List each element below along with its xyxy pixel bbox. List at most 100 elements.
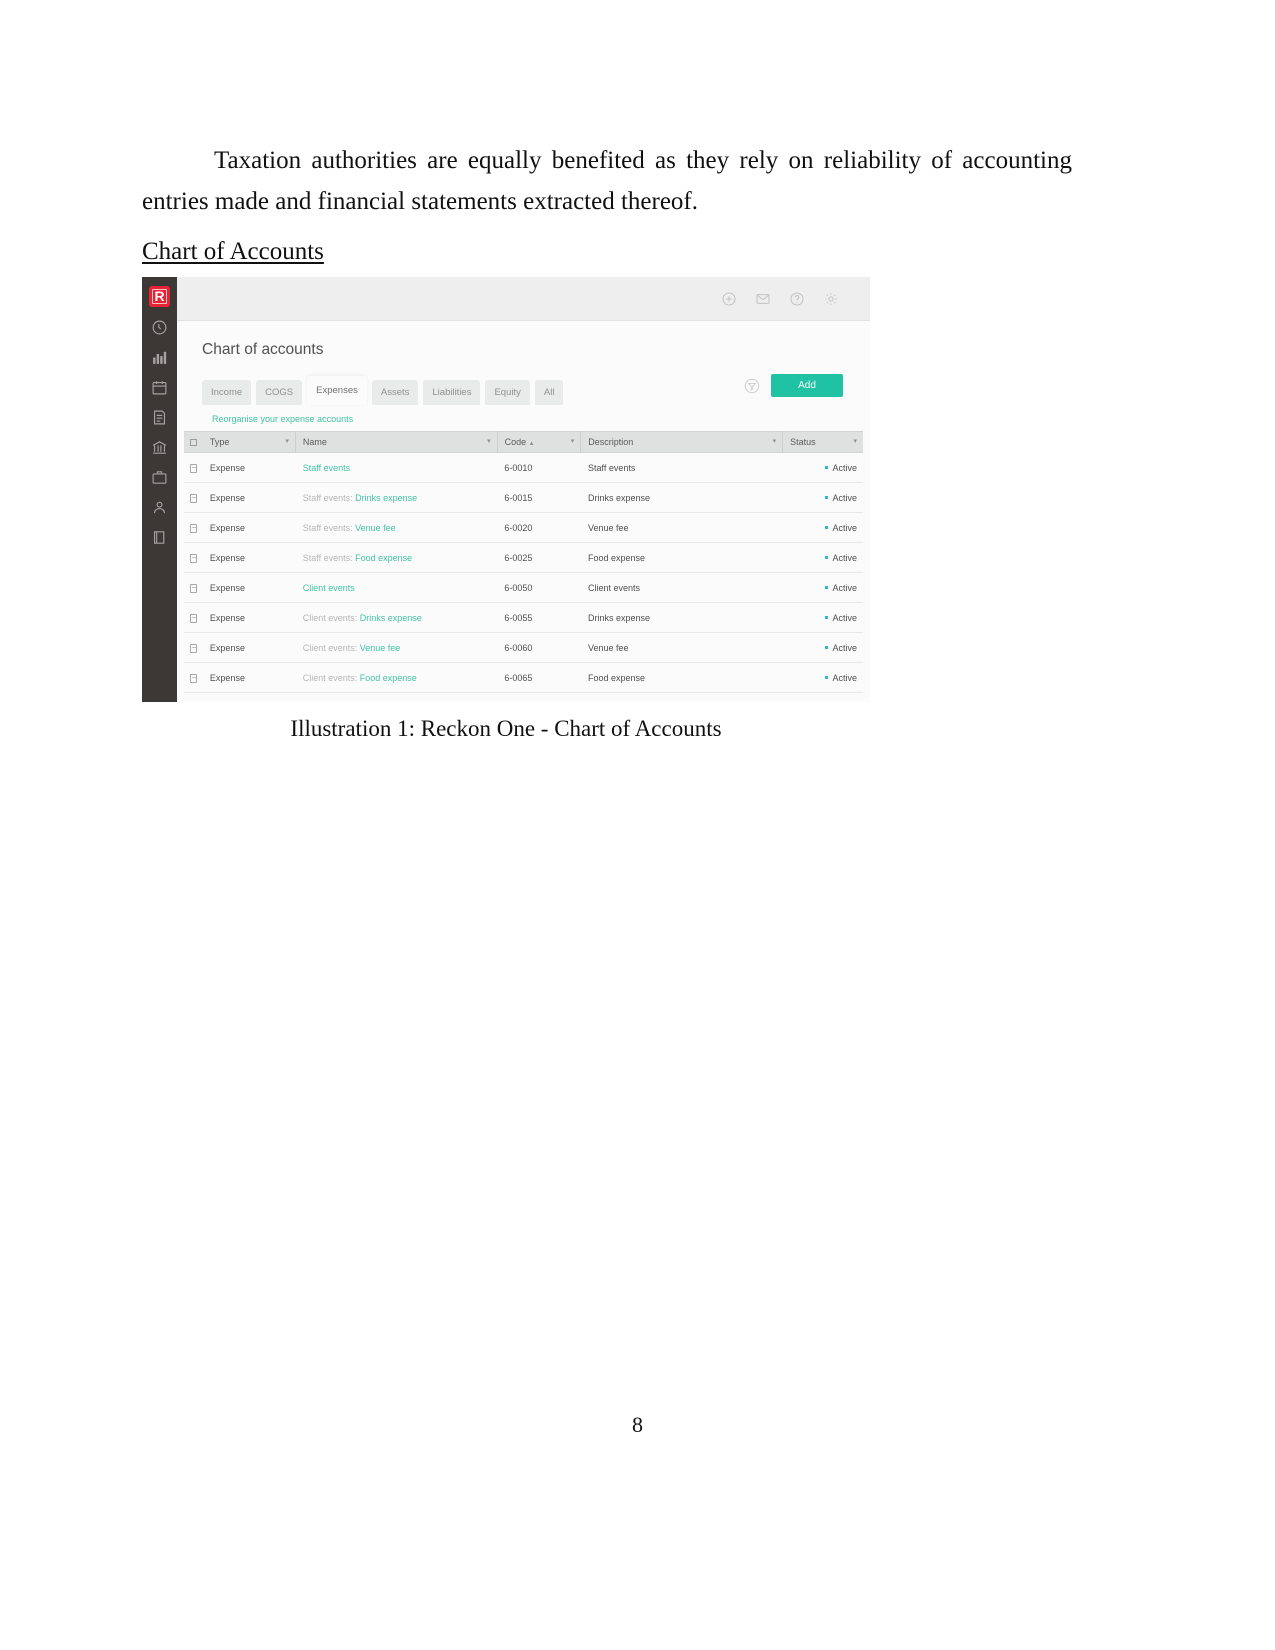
invoice-icon[interactable] — [151, 409, 168, 426]
row-select-icon[interactable] — [184, 453, 203, 483]
status-label: Active — [832, 552, 857, 563]
table-header-row: Type ▾ Name ▾ Code ▲ ▾ Description ▾ Sta… — [184, 431, 863, 453]
status-label: Active — [832, 582, 857, 593]
add-button[interactable]: Add — [771, 374, 843, 397]
reorganise-link[interactable]: Reorganise your expense accounts — [212, 414, 353, 424]
select-all-checkbox[interactable] — [184, 431, 203, 453]
embedded-screenshot: R Chart of accounts Income COGS Expenses… — [142, 277, 870, 702]
chevron-down-icon[interactable]: ▾ — [773, 431, 777, 453]
status-dot-icon — [825, 466, 829, 470]
cell-name[interactable]: Staff events — [296, 453, 498, 483]
name-parent-label: Staff events: — [302, 522, 356, 533]
people-icon[interactable] — [151, 499, 168, 516]
table-row[interactable]: Expense Client events 6-0050 Client events A… — [184, 573, 863, 603]
column-header-code[interactable]: Code ▲ ▾ — [498, 431, 582, 453]
status-dot-icon — [825, 586, 829, 590]
cell-code: 6-0020 — [504, 522, 533, 533]
cell-type: Expense — [209, 672, 245, 683]
bank-icon[interactable] — [151, 439, 168, 456]
gear-icon[interactable] — [823, 291, 839, 307]
status-dot-icon — [825, 616, 829, 620]
cell-description: Food expense — [587, 552, 646, 563]
tab-assets[interactable]: Assets — [371, 380, 419, 405]
chevron-down-icon[interactable]: ▾ — [571, 431, 575, 453]
clock-history-icon[interactable] — [151, 319, 168, 336]
chevron-down-icon[interactable]: ▾ — [853, 431, 857, 453]
cell-name[interactable]: Staff events: Venue fee — [296, 513, 498, 543]
column-header-name[interactable]: Name ▾ — [296, 431, 498, 453]
tab-expenses[interactable]: Expenses — [307, 376, 367, 405]
cell-type: Expense — [209, 612, 245, 623]
cell-type: Expense — [209, 552, 245, 563]
filter-circle-icon[interactable] — [743, 377, 761, 395]
name-parent-label: Client events: — [302, 672, 360, 683]
account-name-link[interactable]: Drinks expense — [355, 493, 417, 503]
main-content: Chart of accounts Income COGS Expenses A… — [177, 321, 870, 702]
book-icon[interactable] — [151, 529, 168, 546]
account-name-link[interactable]: Venue fee — [360, 643, 401, 653]
bar-chart-icon[interactable] — [151, 349, 168, 366]
tab-liabilities[interactable]: Liabilities — [423, 380, 481, 405]
cell-type: Expense — [209, 492, 245, 503]
column-header-type[interactable]: Type ▾ — [203, 431, 296, 453]
cell-type: Expense — [209, 522, 245, 533]
row-select-icon[interactable] — [184, 633, 203, 663]
status-label: Active — [832, 522, 857, 533]
briefcase-icon[interactable] — [151, 469, 168, 486]
chevron-down-icon[interactable]: ▾ — [487, 431, 491, 453]
cell-name[interactable]: Staff events: Drinks expense — [296, 483, 498, 513]
reckon-logo-icon[interactable]: R — [149, 286, 170, 307]
status-badge: Active — [783, 573, 863, 603]
name-parent-label: Client events: — [302, 642, 360, 653]
cell-type: Expense — [209, 642, 245, 653]
table-row[interactable]: Expense Staff events: Drinks expense 6-001… — [184, 483, 863, 513]
row-select-icon[interactable] — [184, 573, 203, 603]
status-badge: Active — [783, 633, 863, 663]
row-select-icon[interactable] — [184, 513, 203, 543]
account-name-link[interactable]: Food expense — [355, 553, 412, 563]
calendar-icon[interactable] — [151, 379, 168, 396]
account-name-link[interactable]: Staff events — [303, 463, 350, 473]
cell-code: 6-0010 — [504, 462, 533, 473]
top-toolbar — [177, 277, 870, 321]
account-name-link[interactable]: Food expense — [360, 673, 417, 683]
row-select-icon[interactable] — [184, 543, 203, 573]
cell-code: 6-0060 — [504, 642, 533, 653]
cell-name[interactable]: Client events: Venue fee — [296, 633, 498, 663]
table-row[interactable]: Expense Client events: Food expense 6-0065… — [184, 663, 863, 693]
table-row[interactable]: Expense Staff events: Venue fee 6-0020 Venu… — [184, 513, 863, 543]
row-select-icon[interactable] — [184, 483, 203, 513]
cell-description: Drinks expense — [587, 612, 650, 623]
table-row[interactable]: Expense Client events: Drinks expense 6-00… — [184, 603, 863, 633]
status-badge: Active — [783, 483, 863, 513]
left-nav-rail: R — [142, 277, 177, 702]
status-label: Active — [832, 612, 857, 623]
column-header-status[interactable]: Status ▾ — [783, 431, 863, 453]
status-badge: Active — [783, 663, 863, 693]
tab-income[interactable]: Income — [202, 380, 252, 405]
cell-description: Food expense — [587, 672, 646, 683]
tab-cogs[interactable]: COGS — [256, 380, 303, 405]
help-circle-icon[interactable] — [789, 291, 805, 307]
account-name-link[interactable]: Drinks expense — [360, 613, 422, 623]
column-header-description[interactable]: Description ▾ — [581, 431, 784, 453]
tab-all[interactable]: All — [534, 380, 564, 405]
status-badge: Active — [783, 513, 863, 543]
tab-equity[interactable]: Equity — [485, 380, 530, 405]
add-circle-icon[interactable] — [721, 291, 737, 307]
cell-name[interactable]: Client events: Drinks expense — [296, 603, 498, 633]
table-row[interactable]: Expense Client events: Venue fee 6-0060 Ven… — [184, 633, 863, 663]
row-select-icon[interactable] — [184, 663, 203, 693]
status-badge: Active — [783, 453, 863, 483]
cell-name[interactable]: Client events — [296, 573, 498, 603]
cell-name[interactable]: Staff events: Food expense — [296, 543, 498, 573]
row-select-icon[interactable] — [184, 603, 203, 633]
mail-icon[interactable] — [755, 291, 771, 307]
table-row[interactable]: Expense Staff events: Food expense 6-0025 F… — [184, 543, 863, 573]
account-name-link[interactable]: Client events — [303, 583, 355, 593]
cell-name[interactable]: Client events: Food expense — [296, 663, 498, 693]
chevron-down-icon[interactable]: ▾ — [285, 431, 289, 453]
status-label: Active — [832, 642, 857, 653]
table-row[interactable]: Expense Staff events 6-0010 Staff events Act… — [184, 453, 863, 483]
account-name-link[interactable]: Venue fee — [355, 523, 396, 533]
